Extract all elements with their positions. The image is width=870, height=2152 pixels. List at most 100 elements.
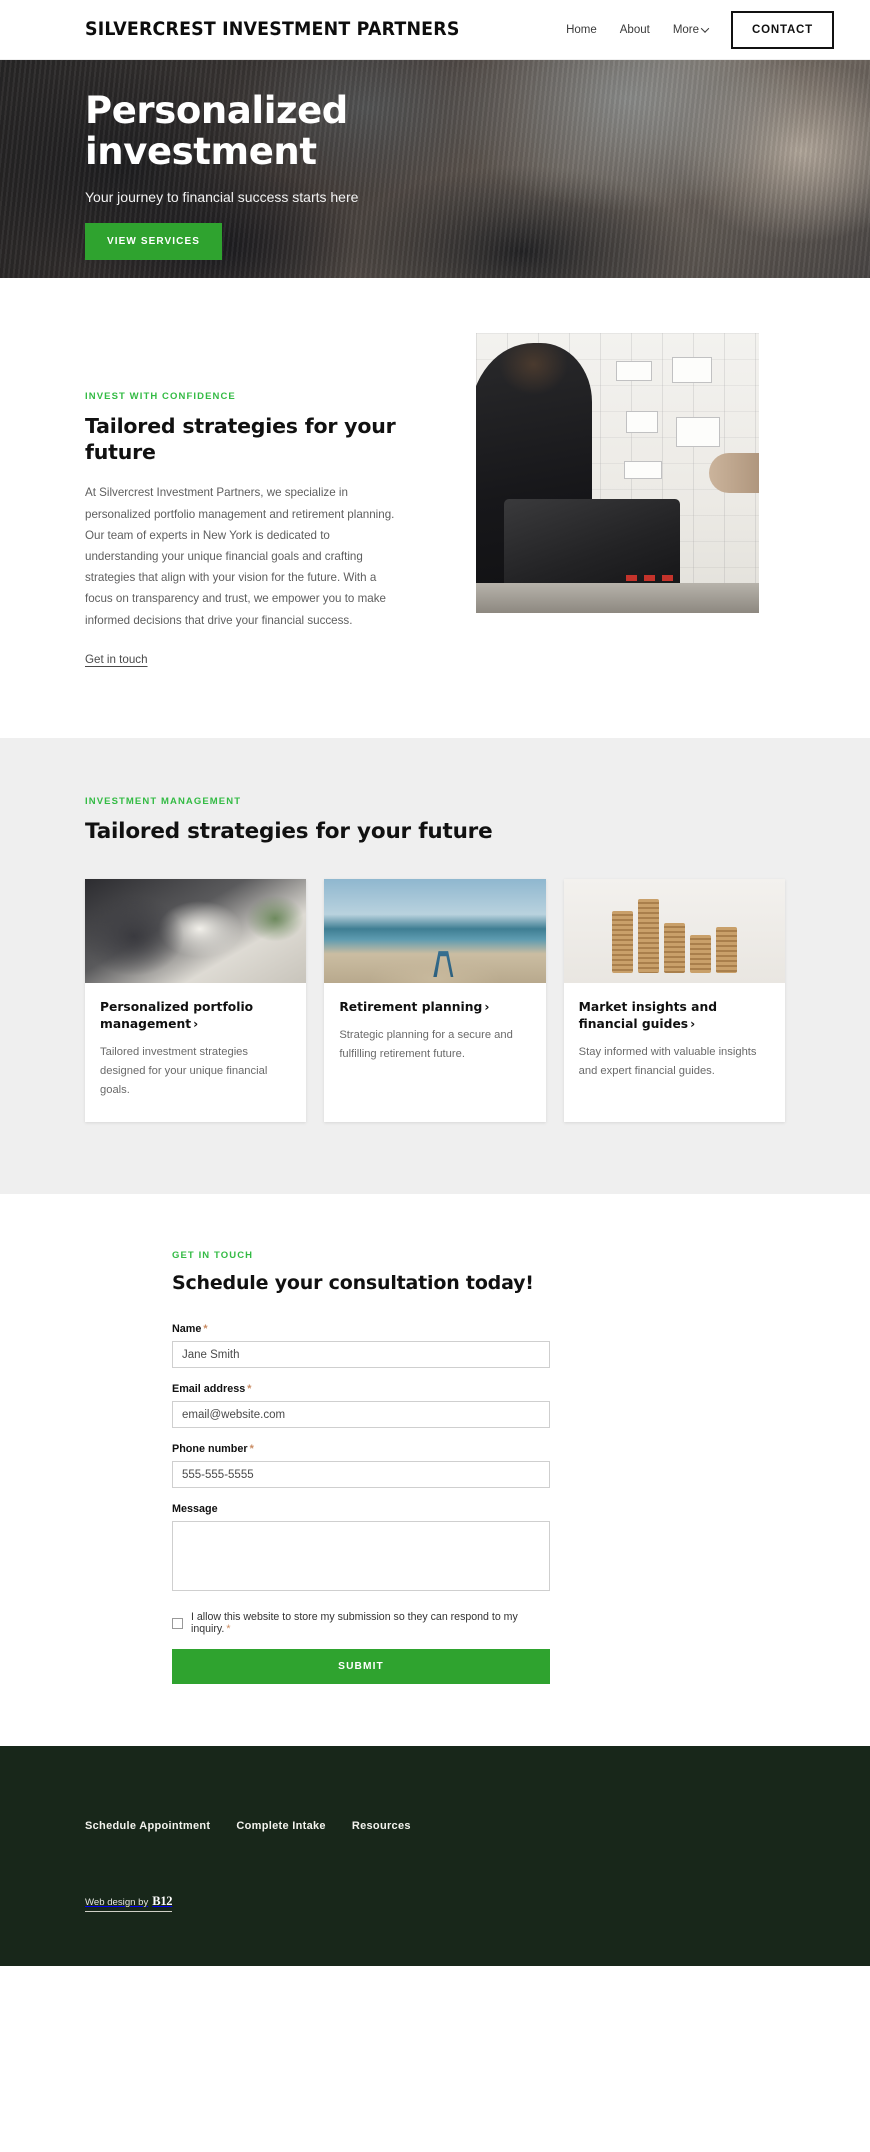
service-card-image: [324, 879, 546, 984]
service-card-body: Personalized portfolio management › Tailo…: [85, 983, 306, 1121]
contact-button[interactable]: CONTACT: [731, 10, 834, 49]
nav-item-more-label: More: [672, 23, 700, 36]
consent-row: I allow this website to store my submiss…: [172, 1611, 550, 1635]
marker-graphic: [662, 575, 673, 581]
name-label-text: Name: [172, 1323, 202, 1336]
view-services-button[interactable]: VIEW SERVICES: [85, 222, 223, 260]
service-card[interactable]: Retirement planning › Strategic planning …: [324, 879, 546, 1122]
about-section: INVEST WITH CONFIDENCE Tailored strategi…: [0, 278, 870, 738]
consultation-form: Name* Email address* Phone number*: [172, 1323, 550, 1685]
email-field-group: Email address *: [172, 1383, 550, 1429]
contact-heading: Schedule your consultation today!: [172, 1271, 534, 1294]
hero-title: Personalized investment: [85, 90, 515, 173]
coin-stack-graphic: [689, 935, 711, 974]
service-cards: Personalized portfolio management › Tailo…: [85, 879, 785, 1122]
service-card-description: Stay informed with valuable insights and…: [578, 1046, 757, 1078]
sticky-note: [672, 357, 712, 383]
email-input[interactable]: [172, 1401, 550, 1429]
service-card-title[interactable]: Market insights and financial guides ›: [579, 999, 770, 1033]
phone-field-group: Phone number *: [172, 1443, 550, 1489]
about-paragraph: At Silvercrest Investment Partners, we s…: [85, 486, 395, 627]
sticky-note: [616, 361, 652, 381]
nav-item-more[interactable]: More: [672, 23, 710, 36]
get-in-touch-link[interactable]: Get in touch: [85, 653, 148, 666]
consent-checkbox[interactable]: [172, 1617, 183, 1629]
about-eyebrow: INVEST WITH CONFIDENCE: [85, 391, 236, 402]
name-label: Name *: [172, 1323, 550, 1335]
email-label-text: Email address: [172, 1383, 246, 1396]
service-card[interactable]: Personalized portfolio management › Tailo…: [85, 879, 307, 1122]
sticky-note: [626, 411, 658, 433]
service-card-title-text: Retirement planning: [339, 1000, 483, 1015]
services-eyebrow: INVESTMENT MANAGEMENT: [85, 795, 242, 807]
service-card-body: Retirement planning › Strategic planning …: [324, 983, 545, 1086]
required-marker: *: [226, 1623, 231, 1636]
service-card-title-text: Market insights and financial guides: [578, 1000, 717, 1032]
landing-page: SILVERCREST INVESTMENT PARTNERS Home Abo…: [0, 0, 870, 1967]
hero-subtitle: Your journey to financial success starts…: [85, 188, 359, 205]
service-card-image: [85, 879, 307, 984]
primary-nav: Home About More CONTACT: [566, 10, 834, 49]
chevron-right-icon: ›: [193, 1017, 199, 1032]
about-heading: Tailored strategies for your future: [85, 414, 396, 465]
contact-eyebrow: GET IN TOUCH: [172, 1249, 254, 1261]
chevron-down-icon: [700, 23, 710, 33]
service-card-description: Tailored investment strategies designed …: [100, 1046, 268, 1096]
message-textarea[interactable]: [172, 1521, 550, 1592]
contact-form-wrapper: GET IN TOUCH Schedule your consultation …: [172, 1249, 550, 1685]
hero-section: Personalized investment Your journey to …: [0, 60, 870, 278]
service-card-title[interactable]: Retirement planning ›: [339, 999, 530, 1016]
name-input[interactable]: [172, 1341, 550, 1369]
site-footer: Schedule Appointment Complete Intake Res…: [0, 1746, 870, 1967]
submit-button[interactable]: SUBMIT: [172, 1649, 550, 1685]
contact-section: GET IN TOUCH Schedule your consultation …: [0, 1193, 870, 1747]
web-design-credit[interactable]: Web design by B12: [85, 1894, 173, 1913]
desk-graphic: [476, 583, 759, 613]
service-card-title[interactable]: Personalized portfolio management ›: [100, 999, 291, 1033]
nav-item-home[interactable]: Home: [566, 24, 597, 36]
phone-label-text: Phone number: [172, 1443, 248, 1456]
hero-title-line-2: investment: [85, 130, 317, 174]
marker-graphic: [644, 575, 655, 581]
credit-text: Web design by: [85, 1897, 149, 1909]
service-card-title-text: Personalized portfolio management: [100, 1000, 254, 1032]
services-heading: Tailored strategies for your future: [85, 818, 493, 844]
service-card[interactable]: Market insights and financial guides › St…: [563, 879, 785, 1122]
chevron-right-icon: ›: [690, 1017, 696, 1032]
required-marker: *: [203, 1323, 208, 1336]
brand-logo[interactable]: SILVERCREST INVESTMENT PARTNERS: [85, 19, 460, 40]
consent-label-text: I allow this website to store my submiss…: [191, 1611, 518, 1636]
required-marker: *: [249, 1443, 254, 1456]
coin-stack-graphic: [611, 911, 633, 974]
name-field-group: Name *: [172, 1323, 550, 1369]
site-header: SILVERCREST INVESTMENT PARTNERS Home Abo…: [0, 0, 870, 60]
required-marker: *: [247, 1383, 252, 1396]
footer-link-complete-intake[interactable]: Complete Intake: [236, 1820, 325, 1832]
sticky-note: [624, 461, 662, 479]
marker-graphic: [626, 575, 637, 581]
services-section: INVESTMENT MANAGEMENT Tailored strategie…: [0, 737, 870, 1194]
about-text-column: INVEST WITH CONFIDENCE Tailored strategi…: [85, 333, 430, 668]
chevron-right-icon: ›: [484, 1000, 490, 1015]
service-card-image: [563, 879, 785, 984]
nav-item-about[interactable]: About: [620, 24, 650, 36]
hero-title-line-1: Personalized: [85, 89, 348, 132]
phone-input[interactable]: [172, 1461, 550, 1489]
coin-stack-graphic: [715, 927, 737, 974]
sticky-note: [676, 417, 720, 447]
service-card-description: Strategic planning for a secure and fulf…: [339, 1029, 513, 1061]
message-field-group: Message: [172, 1503, 550, 1596]
coin-stack-graphic: [663, 923, 685, 974]
footer-link-schedule-appointment[interactable]: Schedule Appointment: [85, 1820, 210, 1832]
footer-link-resources[interactable]: Resources: [352, 1820, 411, 1832]
service-card-body: Market insights and financial guides › St…: [564, 983, 785, 1103]
email-label: Email address *: [172, 1383, 550, 1395]
message-label: Message: [172, 1503, 218, 1516]
phone-label: Phone number *: [172, 1443, 550, 1455]
coin-stack-graphic: [637, 899, 659, 974]
hero-content: Personalized investment Your journey to …: [0, 60, 870, 260]
footer-nav: Schedule Appointment Complete Intake Res…: [85, 1820, 785, 1832]
consent-label: I allow this website to store my submiss…: [191, 1611, 550, 1635]
b12-logo: B12: [152, 1894, 173, 1909]
arm-graphic: [709, 453, 759, 493]
